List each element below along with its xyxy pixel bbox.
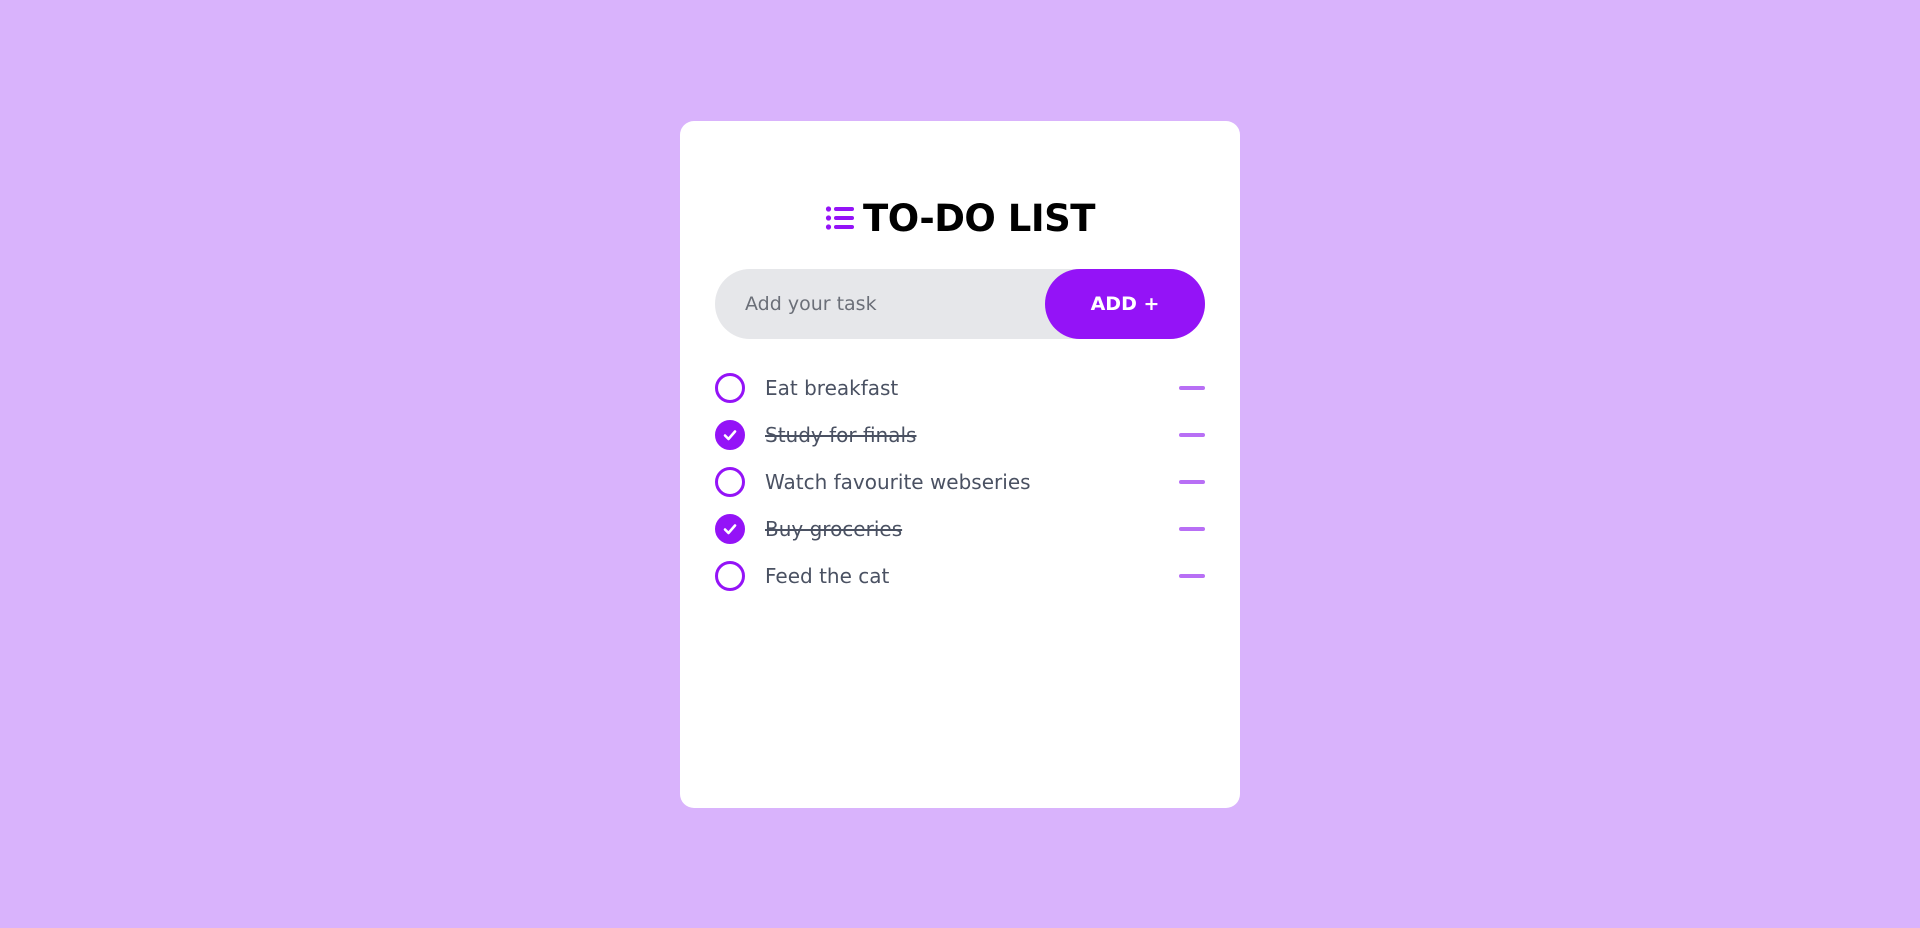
task-label: Feed the cat: [765, 563, 890, 588]
checkmark-icon: [723, 429, 737, 440]
task-item: Study for finals: [715, 411, 1205, 458]
remove-task-button[interactable]: [1179, 385, 1205, 390]
remove-task-button[interactable]: [1179, 573, 1205, 578]
add-button[interactable]: ADD +: [1045, 269, 1205, 339]
task-item: Buy groceries: [715, 505, 1205, 552]
remove-task-button[interactable]: [1179, 432, 1205, 437]
task-item: Eat breakfast: [715, 364, 1205, 411]
task-checkbox[interactable]: [715, 466, 745, 497]
task-item: Watch favourite webseries: [715, 458, 1205, 505]
task-list: Eat breakfast Study for finals Watch fav…: [715, 364, 1205, 599]
task-checkbox[interactable]: [715, 513, 745, 544]
task-checkbox[interactable]: [715, 419, 745, 450]
add-task-form: ADD +: [715, 269, 1205, 339]
list-icon: [825, 203, 855, 233]
task-checkbox[interactable]: [715, 372, 745, 403]
todo-card: TO-DO LIST ADD + Eat breakfast Study for…: [680, 121, 1240, 808]
task-input[interactable]: [715, 269, 1045, 339]
task-label: Eat breakfast: [765, 375, 899, 400]
task-label: Study for finals: [765, 422, 917, 447]
task-item: Feed the cat: [715, 552, 1205, 599]
remove-task-button[interactable]: [1179, 526, 1205, 531]
task-label: Buy groceries: [765, 516, 903, 541]
title-row: TO-DO LIST: [715, 193, 1205, 243]
task-checkbox[interactable]: [715, 560, 745, 591]
checkmark-icon: [723, 523, 737, 534]
page-title: TO-DO LIST: [862, 196, 1096, 240]
remove-task-button[interactable]: [1179, 479, 1205, 484]
task-label: Watch favourite webseries: [765, 469, 1031, 494]
